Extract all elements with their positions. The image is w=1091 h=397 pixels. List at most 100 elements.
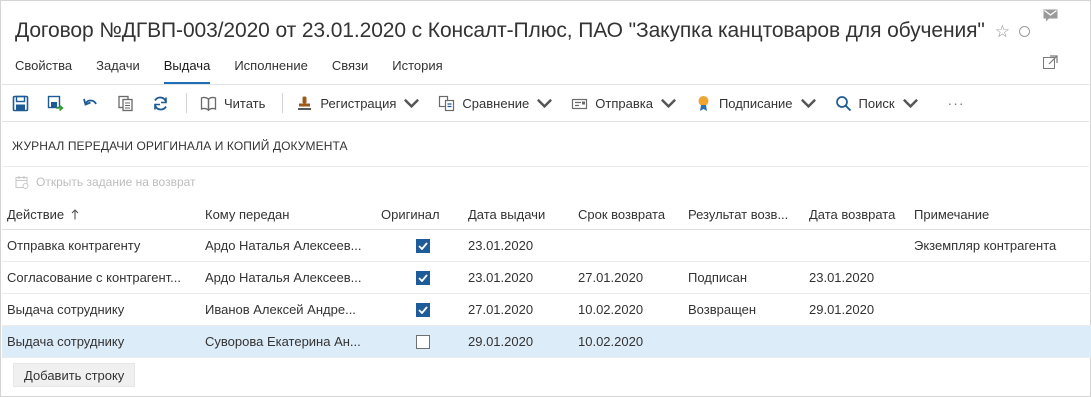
more-actions-button[interactable]: ··· (948, 95, 965, 111)
original-checkbox[interactable] (416, 238, 430, 253)
cell-action: Выдача сотруднику (7, 334, 125, 349)
table-header: Действие Кому передан Оригинал Дата выда… (2, 199, 1091, 230)
star-icon[interactable]: ☆ (995, 23, 1010, 40)
compare-button[interactable]: Сравнение (435, 89, 556, 117)
title-row: Договор №ДГВП-003/2020 от 23.01.2020 с К… (15, 17, 1030, 45)
section-title: ЖУРНАЛ ПЕРЕДАЧИ ОРИГИНАЛА И КОПИЙ ДОКУМЕ… (12, 139, 348, 153)
copy-icon (118, 95, 133, 111)
column-header-result[interactable]: Результат возв... (683, 207, 804, 222)
cell-action: Отправка контрагенту (7, 238, 141, 253)
cell-action: Выдача сотруднику (7, 302, 125, 317)
mail-icon[interactable] (1043, 9, 1058, 22)
registration-label: Регистрация (320, 95, 397, 111)
copy-button[interactable] (114, 89, 137, 117)
cell-due-date: 10.02.2020 (578, 302, 644, 317)
column-header-recipient[interactable]: Кому передан (200, 207, 376, 222)
toolbar-separator (282, 93, 284, 113)
cell-issue-date: 29.01.2020 (468, 334, 534, 349)
cell-recipient: Ардо Наталья Алексеев... (205, 270, 362, 285)
column-header-action-label: Действие (7, 206, 65, 222)
open-external-icon[interactable] (1043, 55, 1058, 69)
open-return-task-button[interactable]: Открыть задание на возврат (15, 175, 196, 189)
chevron-down-icon (537, 98, 553, 108)
save-close-icon (47, 95, 64, 111)
original-checkbox[interactable] (416, 270, 430, 285)
document-window: Договор №ДГВП-003/2020 от 23.01.2020 с К… (0, 0, 1091, 397)
book-icon (200, 96, 217, 111)
tab-tasks[interactable]: Задачи (96, 57, 140, 84)
chevron-down-icon (902, 98, 918, 108)
sign-button[interactable]: Подписание (692, 89, 820, 117)
column-header-due-date[interactable]: Срок возврата (573, 207, 683, 222)
search-button[interactable]: Поиск (832, 89, 922, 117)
calendar-task-icon (15, 176, 29, 189)
tab-properties[interactable]: Свойства (15, 57, 72, 84)
cell-original (376, 302, 463, 317)
original-checkbox[interactable] (416, 302, 430, 317)
tab-history[interactable]: История (392, 57, 442, 84)
registration-button[interactable]: Регистрация (293, 89, 423, 117)
cell-return-date: 23.01.2020 (809, 270, 875, 285)
toolbar-divider (2, 121, 1089, 122)
cell-due-date: 27.01.2020 (578, 270, 644, 285)
tab-issuance[interactable]: Выдача (163, 57, 211, 84)
checkmark-icon (418, 305, 428, 314)
toolbar-separator (186, 93, 187, 113)
table-row[interactable]: Выдача сотруднику Иванов Алексей Андре..… (2, 294, 1091, 326)
cell-original (376, 334, 463, 349)
cell-result: Возвращен (688, 302, 757, 317)
table-row[interactable]: Отправка контрагенту Ардо Наталья Алексе… (2, 230, 1091, 262)
refresh-icon (154, 96, 167, 110)
read-button[interactable]: Читать (197, 89, 268, 117)
sign-icon (698, 95, 709, 111)
cell-return-date: 29.01.2020 (809, 302, 875, 317)
sort-ascending-icon (71, 208, 79, 219)
cell-issue-date: 23.01.2020 (468, 270, 534, 285)
save-and-close-button[interactable] (44, 89, 67, 117)
refresh-button[interactable] (149, 89, 172, 117)
checkmark-icon (418, 273, 428, 282)
column-header-return-date[interactable]: Дата возврата (804, 207, 909, 222)
cell-original (376, 270, 463, 285)
chevron-down-icon (404, 98, 420, 108)
search-icon (835, 95, 851, 111)
tab-links[interactable]: Связи (332, 57, 368, 84)
send-button[interactable]: Отправка (568, 89, 680, 117)
column-header-issue-date[interactable]: Дата выдачи (463, 207, 573, 222)
save-icon (12, 95, 29, 111)
column-header-action[interactable]: Действие (2, 207, 200, 222)
column-header-note[interactable]: Примечание (909, 207, 1091, 222)
open-return-task-label: Открыть задание на возврат (36, 175, 196, 189)
read-label: Читать (224, 95, 266, 111)
column-header-original[interactable]: Оригинал (376, 207, 463, 222)
toolbar: Читать Регистрация Сравнение Отправка По… (9, 89, 965, 117)
search-label: Поиск (858, 95, 895, 111)
chevron-down-icon (660, 98, 676, 108)
tab-bar: Свойства Задачи Выдача Исполнение Связи … (15, 57, 467, 84)
cell-recipient: Иванов Алексей Андре... (205, 302, 356, 317)
cell-issue-date: 23.01.2020 (468, 238, 534, 253)
compare-icon (439, 95, 455, 111)
send-label: Отправка (595, 95, 653, 111)
cell-original (376, 238, 463, 253)
tab-execution[interactable]: Исполнение (234, 57, 308, 84)
undo-icon (83, 98, 97, 106)
original-checkbox[interactable] (416, 334, 430, 349)
issuance-table: Действие Кому передан Оригинал Дата выда… (2, 199, 1091, 358)
tabs-divider (2, 84, 1089, 85)
save-button[interactable] (9, 89, 32, 117)
send-icon (572, 98, 588, 109)
undo-button[interactable] (79, 89, 102, 117)
stamp-icon (298, 96, 312, 110)
section-divider (2, 166, 1089, 167)
sign-label: Подписание (718, 95, 793, 111)
cell-issue-date: 27.01.2020 (468, 302, 534, 317)
status-circle-icon[interactable] (1018, 25, 1030, 37)
add-row-button[interactable]: Добавить строку (13, 363, 136, 387)
table-row-selected[interactable]: Выдача сотруднику Суворова Екатерина Ан.… (2, 326, 1091, 358)
cell-recipient: Ардо Наталья Алексеев... (205, 238, 362, 253)
cell-due-date: 10.02.2020 (578, 334, 644, 349)
cell-result: Подписан (688, 270, 748, 285)
table-row[interactable]: Согласование с контрагент... Ардо Наталь… (2, 262, 1091, 294)
compare-label: Сравнение (462, 95, 530, 111)
